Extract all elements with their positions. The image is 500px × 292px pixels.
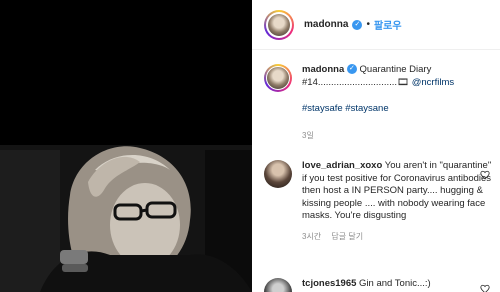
commenter-avatar[interactable] — [264, 278, 292, 292]
separator-dot: • — [366, 19, 370, 30]
mention-link[interactable]: @ncrfilms — [412, 77, 454, 88]
caption-username[interactable]: madonna — [302, 64, 344, 75]
heart-icon[interactable] — [480, 284, 490, 292]
hashtag-links[interactable]: #staysafe #staysane — [302, 103, 389, 114]
verified-badge-icon: ✓ — [346, 64, 357, 75]
post-video[interactable] — [0, 0, 252, 292]
post-header: madonna ✓ • 팔로우 — [252, 0, 500, 50]
comments-list[interactable]: madonna ✓ Quarantine Diary #14..........… — [252, 50, 500, 292]
instagram-post: madonna ✓ • 팔로우 madonna ✓ Quarantine Dia… — [0, 0, 500, 292]
comment-row: tcjones1965 Gin and Tonic...:) — [264, 278, 494, 292]
post-details: madonna ✓ • 팔로우 madonna ✓ Quarantine Dia… — [252, 0, 500, 292]
caption-avatar[interactable] — [264, 64, 292, 92]
comment-text: Gin and Tonic...:) — [359, 278, 431, 289]
verified-badge-icon: ✓ — [352, 19, 363, 30]
comment-username[interactable]: tcjones1965 — [302, 278, 356, 289]
commenter-avatar[interactable] — [264, 160, 292, 188]
follow-button[interactable]: 팔로우 — [374, 17, 402, 32]
caption-row: madonna ✓ Quarantine Diary #14..........… — [264, 64, 494, 142]
avatar[interactable] — [264, 9, 294, 40]
heart-icon[interactable] — [480, 170, 490, 180]
comment-time[interactable]: 3시간 — [302, 232, 321, 241]
caption-body: madonna ✓ Quarantine Diary #14..........… — [302, 64, 492, 142]
comment-username[interactable]: love_adrian_xoxo — [302, 160, 382, 171]
film-frames-emoji: 🎞 — [397, 76, 410, 88]
header-username[interactable]: madonna — [304, 19, 348, 30]
comment-body: tcjones1965 Gin and Tonic...:) — [302, 278, 492, 292]
reply-button[interactable]: 답글 달기 — [331, 232, 363, 241]
video-frame — [0, 0, 252, 292]
comment-row: love_adrian_xoxo You aren't in "quaranti… — [264, 160, 494, 243]
comment-body: love_adrian_xoxo You aren't in "quaranti… — [302, 160, 492, 243]
caption-time[interactable]: 3일 — [302, 131, 314, 140]
